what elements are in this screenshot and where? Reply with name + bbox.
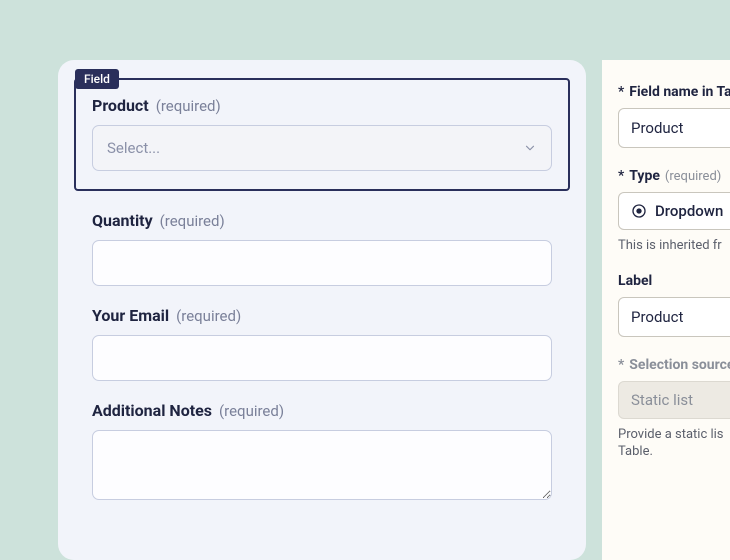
form-field-email[interactable]: Your Email (required): [92, 306, 552, 381]
quantity-input[interactable]: [92, 240, 552, 286]
required-marker: (required): [219, 402, 284, 420]
form-field-notes[interactable]: Additional Notes (required): [92, 401, 552, 504]
properties-panel: * Field name in Ta * Type (required) Dro…: [602, 60, 730, 560]
panel-label-row: * Selection source: [618, 357, 730, 373]
form-field-quantity[interactable]: Quantity (required): [92, 211, 552, 286]
email-input[interactable]: [92, 335, 552, 381]
panel-selection-source-group: * Selection source Static list Provide a…: [618, 357, 730, 459]
dropdown-type-icon: [631, 203, 647, 219]
field-label: Product: [92, 96, 149, 115]
panel-label-row: Label: [618, 273, 730, 289]
required-marker: (required): [156, 97, 221, 115]
selection-source-help-2: Table.: [618, 444, 730, 459]
type-select[interactable]: Dropdown: [618, 192, 730, 230]
field-label-row: Quantity (required): [92, 211, 552, 230]
notes-textarea[interactable]: [92, 430, 552, 500]
required-marker: (required): [160, 212, 225, 230]
required-asterisk: *: [618, 84, 624, 100]
selection-source-value: Static list: [631, 391, 693, 409]
field-label: Your Email: [92, 306, 169, 325]
type-value: Dropdown: [655, 202, 723, 220]
field-label: Quantity: [92, 211, 153, 230]
panel-label-row: * Type (required): [618, 168, 730, 184]
panel-label: Field name in Ta: [629, 84, 730, 100]
panel-label: Selection source: [629, 357, 730, 373]
panel-label: Label: [618, 273, 652, 289]
product-select[interactable]: Select...: [92, 125, 552, 171]
selection-source-help: Provide a static lis: [618, 427, 730, 442]
panel-label-row: * Field name in Ta: [618, 84, 730, 100]
field-name-input[interactable]: [618, 108, 730, 148]
panel-required: (required): [665, 169, 721, 184]
panel-label-group: Label: [618, 273, 730, 337]
required-asterisk: *: [618, 357, 624, 373]
select-placeholder: Select...: [107, 139, 160, 157]
required-asterisk: *: [618, 168, 624, 184]
field-label-row: Product (required): [92, 96, 552, 115]
panel-field-name-group: * Field name in Ta: [618, 84, 730, 148]
form-field-product[interactable]: Field Product (required) Select...: [74, 78, 570, 191]
label-input[interactable]: [618, 297, 730, 337]
required-marker: (required): [176, 307, 241, 325]
panel-type-group: * Type (required) Dropdown This is inher…: [618, 168, 730, 253]
selected-field-tag: Field: [75, 69, 119, 89]
chevron-down-icon: [523, 141, 537, 155]
form-canvas: Field Product (required) Select... Quant…: [58, 60, 586, 560]
field-label: Additional Notes: [92, 401, 212, 420]
type-help-text: This is inherited fr: [618, 238, 730, 253]
field-label-row: Additional Notes (required): [92, 401, 552, 420]
field-label-row: Your Email (required): [92, 306, 552, 325]
selection-source-select: Static list: [618, 381, 730, 419]
panel-label: Type: [629, 168, 660, 184]
